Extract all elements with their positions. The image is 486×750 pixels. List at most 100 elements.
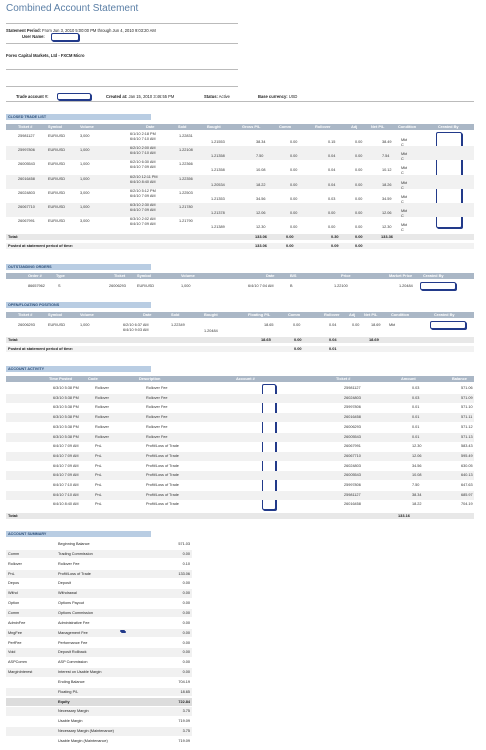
total-label: Total: — [8, 337, 19, 342]
closed-trade-row: 25981127 EUR/USD 3,000 6/1/10 2:18 PM 6/4/10… — [6, 132, 474, 147]
statement-period-label: Statement Period: — [6, 28, 42, 33]
cell-date1: 6/2/10 12:11 PM — [130, 174, 158, 179]
cell-ticket: 26016458 — [344, 502, 361, 507]
page-title: Combined Account Statement — [6, 3, 139, 14]
col-header: Created By — [434, 312, 455, 317]
summary-row: Usable Margin (Maintenance) 719.09 — [6, 737, 192, 746]
cell-balance: 630.05 — [461, 463, 473, 468]
cell-rollover: 0.00 — [328, 211, 336, 215]
col-header: Volume — [181, 273, 195, 278]
position-floating: 18.65 — [264, 323, 274, 327]
open-total-net: 18.69 — [369, 337, 379, 342]
activity-row: 6/3/10 5:38 PM Rollover Rollover Fee 259978… — [6, 403, 474, 412]
activity-row: 6/4/10 7:10 AM PnL Profit/Loss of Trade 259… — [6, 481, 474, 490]
col-header: Condition — [398, 124, 417, 129]
cell-time: 6/4/10 7:09 AM — [53, 473, 79, 478]
status-label: Status: — [204, 94, 218, 99]
cell-adj: 0.00 — [355, 168, 363, 173]
redacted-trade-account — [57, 93, 91, 100]
summary-label: Rollover Fee — [58, 561, 80, 566]
cell-net: 7.54 — [382, 154, 390, 159]
cell-date1: 6/2/10 6:30 AM — [130, 160, 156, 165]
cell-ticket: 26006293 — [344, 424, 361, 429]
cell-desc: Profit/Loss of Trade — [146, 502, 179, 507]
col-header: Account # — [236, 376, 255, 381]
order-price: 1.22100 — [334, 284, 348, 288]
col-header: Market Price — [389, 273, 413, 278]
cell-date2: 6/4/10 7:09 AM — [130, 222, 156, 227]
activity-row: 6/3/10 5:38 PM Rollover Rollover Fee 260062… — [6, 423, 474, 432]
cell-net: 10.12 — [382, 168, 392, 173]
cell-volume: 1,000 — [80, 162, 90, 167]
posted-rollover: 0.09 — [331, 243, 339, 248]
col-header: Order # — [28, 273, 42, 278]
total-rollover: 0.30 — [331, 234, 339, 239]
cell-ticket: 26005543 — [344, 473, 361, 478]
cell-balance: 571.10 — [461, 405, 473, 410]
summary-label: Management Fee — [58, 630, 88, 635]
cell-cond1: Mkt — [401, 209, 408, 213]
summary-code: Rollover — [8, 561, 22, 566]
summary-value: 0.00 — [182, 640, 190, 645]
activity-row: 6/4/10 7:09 AM PnL Profit/Loss of Trade 260… — [6, 451, 474, 461]
cell-ticket: 25997806 — [344, 483, 361, 487]
cell-rollover: 0.15 — [328, 140, 336, 144]
cell-sold: 1.21780 — [179, 205, 193, 209]
cell-balance: 583.43 — [461, 444, 473, 449]
cell-code: PnL — [95, 473, 102, 478]
cell-bought: 1.21553 — [211, 140, 225, 144]
activity-total-row: Total: 133.16 — [6, 513, 474, 519]
cell-balance: 571.13 — [461, 434, 473, 439]
account-summary-table: Beginning Balance 571.03 Comm Trading Commi… — [6, 540, 192, 748]
summary-label: ASP Commission — [58, 660, 88, 665]
cell-gross: 18.22 — [256, 182, 266, 187]
cell-comm: 0.00 — [290, 196, 298, 201]
col-header: Date — [266, 273, 275, 278]
cell-rollover: 0.04 — [328, 154, 336, 159]
cell-date2: 6/4/10 7:09 AM — [130, 208, 156, 212]
cell-gross: 10.08 — [256, 168, 266, 173]
cell-date1: 6/3/10 2:02 AM — [130, 217, 156, 222]
col-header: Description — [139, 376, 161, 381]
cell-ticket: 26067710 — [18, 205, 35, 209]
trade-account-row: Trade account #: — [16, 94, 49, 99]
cell-amount: 0.03 — [412, 386, 420, 390]
summary-label: Necessary Margin (Maintenance) — [58, 729, 114, 734]
summary-code: Depos — [8, 581, 19, 586]
col-header: Type — [56, 273, 65, 278]
cell-bought: 1.21358 — [211, 168, 225, 173]
cell-time: 6/3/10 5:38 PM — [53, 405, 79, 410]
outstanding-header: Order # Type Ticket Symbol Volume Date B… — [6, 273, 474, 279]
cell-balance: 571.06 — [461, 386, 473, 390]
cell-adj: 0.00 — [355, 211, 363, 215]
cell-cond2: C — [401, 228, 404, 233]
total-gross: 133.06 — [255, 234, 267, 239]
summary-row: PnL Profit/Loss of Trade 133.06 — [6, 569, 192, 579]
summary-value: 0.00 — [182, 610, 190, 615]
summary-code: MngFee — [8, 630, 22, 635]
cell-sold: 1.21790 — [179, 219, 193, 224]
cell-balance: 685.97 — [461, 492, 473, 497]
open-total-row: Total: 18.65 0.00 0.04 18.69 — [6, 337, 474, 343]
open-posted-row: Posted at statement period of time: 0.00… — [6, 346, 474, 352]
total-adj: 0.00 — [355, 234, 363, 239]
summary-label: Deposit — [58, 581, 71, 586]
cell-bought: 1.20534 — [211, 182, 225, 187]
posted-adj: 0.00 — [355, 243, 363, 248]
outstanding-row: 86657962 S 26006293 EUR/USD 1,000 6/4/10… — [6, 281, 474, 291]
col-header: Date — [143, 312, 152, 317]
summary-code: PnL — [8, 571, 15, 576]
summary-row: Usable Margin 719.09 — [6, 717, 192, 726]
closed-trade-list-section: CLOSED TRADE LIST — [6, 114, 151, 120]
cell-sold: 1.22356 — [179, 176, 193, 181]
closed-trade-row: 26016458 EUR/USD 1,000 6/2/10 12:11 PM 6/4/1… — [6, 174, 474, 190]
summary-label: Trading Commission — [58, 551, 93, 556]
summary-label: Administrative Fee — [58, 620, 90, 625]
cell-comm: 0.00 — [290, 140, 298, 144]
total-label: Total: — [8, 513, 19, 518]
position-volume: 1,000 — [80, 323, 90, 327]
created-at-row: Created at: Jan 15, 2010 3:46:55 PM — [106, 94, 174, 99]
cell-balance: 571.12 — [461, 424, 473, 429]
base-currency-value: USD — [288, 94, 298, 99]
cell-amount: 10.08 — [412, 473, 422, 478]
